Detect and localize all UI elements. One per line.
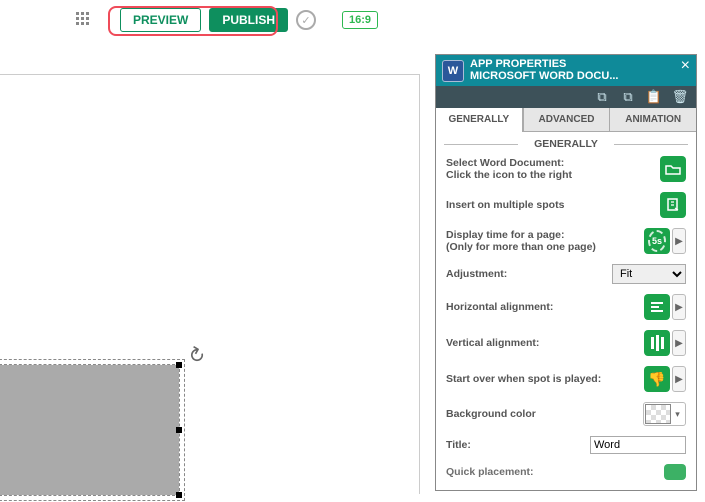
label-quick-placement: Quick placement: (446, 466, 658, 479)
label-display-time: Display time for a page: (Only for more … (446, 229, 638, 254)
start-over-more-button[interactable]: ▶ (672, 366, 686, 392)
aspect-ratio-button[interactable]: 16:9 (342, 11, 378, 29)
v-align-button[interactable] (644, 330, 670, 356)
rotate-handle-icon[interactable]: ↻ (183, 340, 210, 370)
thumbs-down-icon: 👎 (648, 371, 665, 388)
adjustment-select[interactable]: Fit (612, 264, 686, 284)
copy-icon[interactable]: ⧉ (594, 89, 610, 105)
selected-shape[interactable]: ↻ (0, 365, 179, 495)
clipboard-icon[interactable]: 📋 (646, 89, 662, 105)
word-app-icon: W (442, 60, 464, 82)
resize-handle-top-right[interactable] (176, 362, 182, 368)
tab-advanced[interactable]: ADVANCED (523, 108, 611, 132)
h-align-button[interactable] (644, 294, 670, 320)
quick-placement-button[interactable] (664, 464, 686, 480)
close-icon[interactable]: × (681, 57, 690, 75)
section-header-generally: GENERALLY (436, 132, 696, 156)
label-horizontal-alignment: Horizontal alignment: (446, 301, 638, 314)
publish-button[interactable]: PUBLISH (209, 8, 288, 32)
start-over-toggle[interactable]: 👎 (644, 366, 670, 392)
panel-title-line2: MICROSOFT WORD DOCU... (470, 71, 619, 83)
panel-tabs: GENERALLY ADVANCED ANIMATION (436, 108, 696, 132)
display-time-more-button[interactable]: ▶ (672, 228, 686, 254)
v-align-more-button[interactable]: ▶ (672, 330, 686, 356)
resize-handle-bottom-right[interactable] (176, 492, 182, 498)
insert-multiple-button[interactable] (660, 192, 686, 218)
panel-action-bar: ⧉ ⧉ 📋 🗑 (436, 86, 696, 108)
canvas[interactable]: ↻ (0, 74, 420, 494)
delete-icon[interactable]: 🗑 (672, 89, 688, 105)
chevron-down-icon: ▾ (671, 404, 684, 424)
h-align-more-button[interactable]: ▶ (672, 294, 686, 320)
tab-animation[interactable]: ANIMATION (610, 108, 696, 132)
title-input[interactable] (590, 436, 686, 454)
display-time-button[interactable]: 5s (644, 228, 670, 254)
label-insert-multiple: Insert on multiple spots (446, 199, 654, 212)
label-title: Title: (446, 439, 584, 452)
panel-header[interactable]: W APP PROPERTIES MICROSOFT WORD DOCU... … (436, 55, 696, 86)
preview-button[interactable]: PREVIEW (120, 8, 201, 32)
duplicate-icon[interactable]: ⧉ (620, 89, 636, 105)
label-background-color: Background color (446, 408, 637, 421)
label-adjustment: Adjustment: (446, 268, 606, 281)
label-vertical-alignment: Vertical alignment: (446, 337, 638, 350)
check-circle-icon[interactable]: ✓ (296, 10, 316, 30)
panel-title-line1: APP PROPERTIES (470, 59, 619, 71)
label-select-document: Select Word Document: Click the icon to … (446, 157, 654, 182)
browse-file-button[interactable] (660, 156, 686, 182)
app-properties-panel: W APP PROPERTIES MICROSOFT WORD DOCU... … (435, 54, 697, 491)
resize-handle-mid-right[interactable] (176, 427, 182, 433)
grid-icon[interactable] (76, 12, 92, 28)
transparent-swatch-icon (645, 404, 671, 424)
timer-icon: 5s (648, 230, 666, 252)
background-color-picker[interactable]: ▾ (643, 402, 686, 426)
label-start-over: Start over when spot is played: (446, 373, 638, 386)
tab-generally[interactable]: GENERALLY (436, 108, 523, 132)
